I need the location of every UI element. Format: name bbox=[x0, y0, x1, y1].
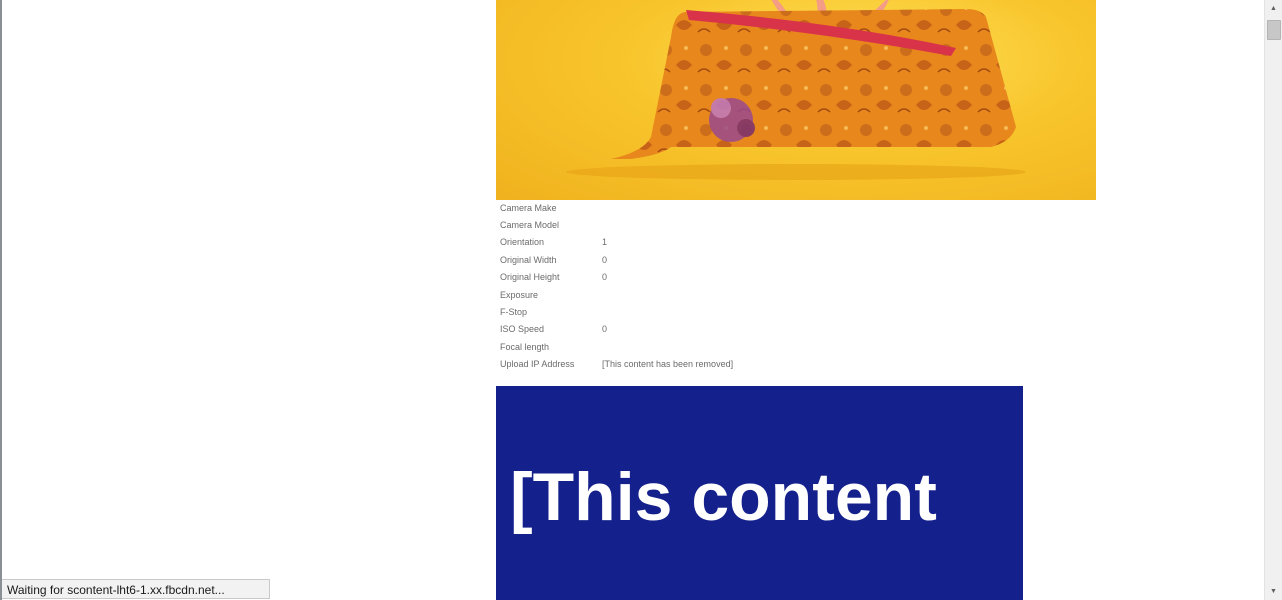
metadata-row: Upload IP Address [This content has been … bbox=[496, 356, 737, 373]
metadata-label: Camera Make bbox=[500, 202, 557, 213]
metadata-value: 0 bbox=[602, 254, 608, 265]
removed-content-image: [This content bbox=[496, 386, 1023, 600]
status-bar: Waiting for scontent-lht6-1.xx.fbcdn.net… bbox=[2, 579, 270, 599]
removed-content-text: [This content bbox=[510, 459, 937, 535]
metadata-row: ISO Speed 0 bbox=[496, 321, 737, 338]
metadata-value bbox=[598, 216, 737, 233]
metadata-label: Original Height bbox=[500, 272, 560, 283]
metadata-row: F-Stop bbox=[496, 303, 737, 320]
metadata-value bbox=[598, 199, 737, 216]
metadata-value: 0 bbox=[602, 272, 608, 283]
metadata-value bbox=[598, 286, 737, 303]
metadata-row: Original Width 0 bbox=[496, 251, 737, 268]
metadata-value bbox=[598, 338, 737, 355]
metadata-row: Original Height 0 bbox=[496, 269, 737, 286]
metadata-row: Focal length bbox=[496, 338, 737, 355]
metadata-value: 0 bbox=[602, 324, 608, 335]
metadata-row: Camera Make bbox=[496, 199, 737, 216]
window-left-border bbox=[0, 0, 2, 600]
metadata-row: Camera Model bbox=[496, 216, 737, 233]
metadata-label: Original Width bbox=[500, 254, 557, 265]
metadata-value: 1 bbox=[602, 237, 608, 248]
vertical-scrollbar[interactable]: ▲ ▼ bbox=[1264, 0, 1282, 600]
purse-photo bbox=[496, 0, 1096, 200]
metadata-label: Orientation bbox=[500, 237, 545, 248]
photo-metadata-table: Camera Make Camera Model Orientation 1 Origi… bbox=[496, 199, 737, 373]
scroll-thumb[interactable] bbox=[1267, 20, 1281, 40]
triangle-down-icon: ▼ bbox=[1270, 588, 1277, 595]
metadata-label: Upload IP Address bbox=[500, 359, 575, 370]
metadata-label: ISO Speed bbox=[500, 324, 545, 335]
metadata-value: [This content has been removed] bbox=[602, 359, 734, 370]
metadata-value bbox=[598, 303, 737, 320]
metadata-row: Orientation 1 bbox=[496, 234, 737, 251]
triangle-up-icon: ▲ bbox=[1270, 5, 1277, 12]
metadata-label: F-Stop bbox=[500, 307, 528, 318]
metadata-label: Exposure bbox=[500, 289, 539, 300]
metadata-row: Exposure bbox=[496, 286, 737, 303]
metadata-label: Focal length bbox=[500, 341, 550, 352]
purse-illustration bbox=[566, 0, 1026, 180]
scroll-down-button[interactable]: ▼ bbox=[1265, 583, 1282, 600]
scroll-up-button[interactable]: ▲ bbox=[1265, 0, 1282, 17]
metadata-label: Camera Model bbox=[500, 220, 560, 231]
